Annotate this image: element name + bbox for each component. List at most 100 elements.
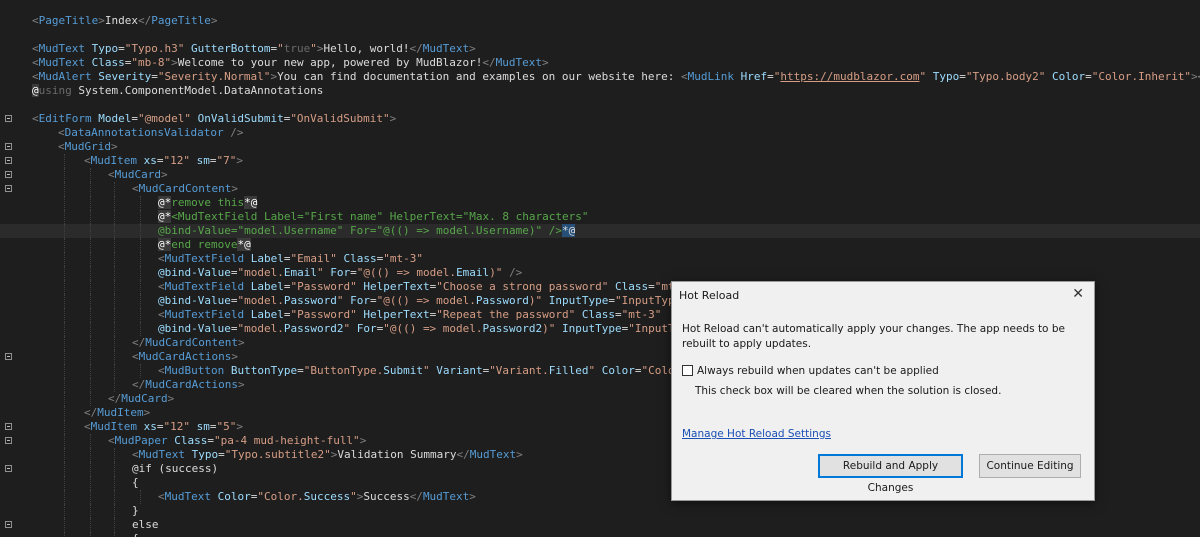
code-text: </MudCardContent> xyxy=(132,336,245,349)
code-text: <EditForm Model="@model" OnValidSubmit="… xyxy=(32,112,397,125)
indent-guide xyxy=(90,532,91,537)
code-line: <EditForm Model="@model" OnValidSubmit="… xyxy=(0,112,1200,126)
code-line: <MudGrid> xyxy=(0,140,1200,154)
indent-guide xyxy=(114,462,115,476)
indent-guide xyxy=(64,476,65,490)
code-text: { xyxy=(132,532,139,537)
indent-guide xyxy=(90,322,91,336)
manage-settings-link[interactable]: Manage Hot Reload Settings xyxy=(682,428,831,440)
code-text: <MudAlert Severity="Severity.Normal">You… xyxy=(32,70,1200,83)
indent-guide xyxy=(114,196,115,210)
indent-guide xyxy=(90,238,91,252)
code-line: } xyxy=(0,504,1200,518)
indent-guide xyxy=(64,182,65,196)
dialog-message: Hot Reload can't automatically apply you… xyxy=(682,323,1065,350)
code-text: <DataAnnotationsValidator /> xyxy=(58,126,244,139)
indent-guide xyxy=(64,196,65,210)
fold-collapse-icon[interactable] xyxy=(5,465,12,472)
code-text: @bind-Value="model.Password2" For="@(() … xyxy=(158,322,702,335)
code-line: @bind-Value="model.Username" For="@(() =… xyxy=(0,224,1200,238)
fold-collapse-icon[interactable] xyxy=(5,143,12,150)
indent-guide xyxy=(64,490,65,504)
indent-guide xyxy=(90,378,91,392)
indent-guide xyxy=(114,224,115,238)
always-rebuild-checkbox[interactable] xyxy=(682,365,693,376)
indent-guide xyxy=(90,210,91,224)
indent-guide xyxy=(90,196,91,210)
code-line: { xyxy=(0,532,1200,537)
code-text: @*<MudTextField Label="First name" Helpe… xyxy=(158,210,589,223)
fold-collapse-icon[interactable] xyxy=(5,157,12,164)
indent-guide xyxy=(90,364,91,378)
indent-guide xyxy=(114,504,115,518)
indent-guide xyxy=(90,434,91,448)
indent-guide xyxy=(114,476,115,490)
code-text: <MudItem xs="12" sm="7"> xyxy=(84,154,243,167)
continue-editing-button[interactable]: Continue Editing xyxy=(979,454,1081,478)
code-text: @bind-Value="model.Email" For="@(() => m… xyxy=(158,266,523,279)
code-text: <MudTextField Label="Password" HelperTex… xyxy=(158,280,695,293)
code-text: @bind-Value="model.Username" For="@(() =… xyxy=(158,224,576,237)
code-text: <PageTitle>Index</PageTitle> xyxy=(32,14,218,27)
indent-guide xyxy=(64,210,65,224)
indent-guide xyxy=(64,280,65,294)
indent-guide xyxy=(90,224,91,238)
indent-guide xyxy=(114,238,115,252)
code-text: @*remove this*@ xyxy=(158,196,258,209)
code-line: <MudText Class="mb-8">Welcome to your ne… xyxy=(0,56,1200,70)
code-line: @using System.ComponentModel.DataAnnotat… xyxy=(0,84,1200,98)
indent-guide xyxy=(140,308,141,322)
indent-guide xyxy=(64,266,65,280)
indent-guide xyxy=(140,238,141,252)
indent-guide xyxy=(64,518,65,532)
fold-collapse-icon[interactable] xyxy=(5,521,12,528)
indent-guide xyxy=(114,378,115,392)
code-text: <MudText Typo="Typo.h3" GutterBottom="tr… xyxy=(32,42,476,55)
code-line: @bind-Value="model.Email" For="@(() => m… xyxy=(0,266,1200,280)
fold-collapse-icon[interactable] xyxy=(5,171,12,178)
indent-guide xyxy=(64,154,65,168)
indent-guide xyxy=(90,294,91,308)
indent-guide xyxy=(114,350,115,364)
fold-collapse-icon[interactable] xyxy=(5,115,12,122)
code-line: @*end remove*@ xyxy=(0,238,1200,252)
code-text: <MudTextField Label="Email" Class="mt-3" xyxy=(158,252,423,265)
indent-guide xyxy=(64,406,65,420)
fold-collapse-icon[interactable] xyxy=(5,423,12,430)
fold-collapse-icon[interactable] xyxy=(5,353,12,360)
indent-guide xyxy=(64,322,65,336)
indent-guide xyxy=(114,532,115,537)
indent-guide xyxy=(90,308,91,322)
code-text: <MudGrid> xyxy=(58,140,118,153)
indent-guide xyxy=(114,280,115,294)
indent-guide xyxy=(140,210,141,224)
fold-collapse-icon[interactable] xyxy=(5,437,12,444)
code-line: <DataAnnotationsValidator /> xyxy=(0,126,1200,140)
indent-guide xyxy=(114,308,115,322)
indent-guide xyxy=(90,280,91,294)
close-icon[interactable]: ✕ xyxy=(1072,286,1084,302)
indent-guide xyxy=(64,364,65,378)
code-text: { xyxy=(132,476,139,489)
indent-guide xyxy=(140,196,141,210)
dialog-title: Hot Reload xyxy=(679,289,740,302)
code-text: </MudCard> xyxy=(108,392,175,405)
indent-guide xyxy=(64,252,65,266)
code-text: </MudItem> xyxy=(84,406,151,419)
fold-collapse-icon[interactable] xyxy=(5,185,12,192)
indent-guide xyxy=(64,392,65,406)
code-line: <MudItem xs="12" sm="7"> xyxy=(0,154,1200,168)
code-text: <MudCard> xyxy=(108,168,168,181)
indent-guide xyxy=(64,462,65,476)
indent-guide xyxy=(90,462,91,476)
indent-guide xyxy=(114,252,115,266)
code-text: <MudText Color="Color.Success">Success</… xyxy=(158,490,476,503)
indent-guide xyxy=(64,238,65,252)
code-line: <PageTitle>Index</PageTitle> xyxy=(0,14,1200,28)
indent-guide xyxy=(90,350,91,364)
always-rebuild-label[interactable]: Always rebuild when updates can't be app… xyxy=(697,365,939,377)
rebuild-apply-button[interactable]: Rebuild and Apply Changes xyxy=(818,454,963,494)
code-text: <MudPaper Class="pa-4 mud-height-full"> xyxy=(108,434,367,447)
